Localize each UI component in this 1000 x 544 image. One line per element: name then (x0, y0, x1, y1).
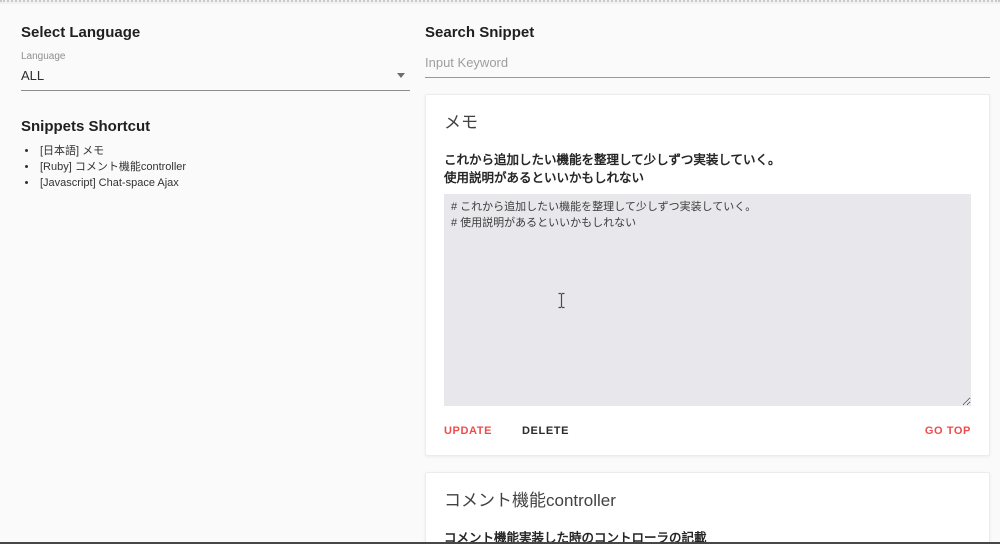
shortcut-item-memo[interactable]: [日本語] メモ (38, 143, 410, 159)
snippet-title: コメント機能controller (444, 491, 616, 510)
search-keyword-input[interactable] (425, 49, 990, 78)
shortcut-item-comment-controller[interactable]: [Ruby] コメント機能controller (38, 159, 410, 175)
snippets-shortcut-heading: Snippets Shortcut (21, 118, 151, 135)
left-panel: Select Language Language ALL Snippets Sh… (21, 24, 410, 191)
shortcut-item-chatspace-ajax[interactable]: [Javascript] Chat-space Ajax (38, 175, 410, 191)
language-select-field: Language ALL (21, 51, 410, 91)
snippet-card-comment-controller: コメント機能controller コメント機能実装した時のコントローラの記載 c… (425, 472, 990, 544)
window-top-edge (0, 0, 1000, 4)
snippet-title: メモ (444, 113, 478, 132)
language-field-label: Language (21, 51, 66, 62)
select-language-heading: Select Language (21, 24, 141, 41)
snippet-code-textarea[interactable]: # これから追加したい機能を整理して少しずつ実装していく。 # 使用説明があると… (444, 194, 971, 406)
go-top-button[interactable]: GO TOP (925, 423, 971, 439)
snippet-description-line: 使用説明があるといいかもしれない (444, 171, 645, 185)
right-panel: Search Snippet メモ これから追加したい機能を整理して少しずつ実装… (425, 24, 990, 544)
delete-button[interactable]: DELETE (522, 423, 569, 439)
snippet-actions: UPDATE DELETE GO TOP (444, 423, 971, 439)
snippet-description-line: これから追加したい機能を整理して少しずつ実装していく。 (444, 153, 781, 167)
dropdown-arrow-icon (397, 73, 405, 78)
update-button[interactable]: UPDATE (444, 423, 492, 439)
language-selected-value: ALL (21, 68, 45, 83)
text-cursor-icon (558, 292, 565, 309)
snippets-shortcut-list: [日本語] メモ [Ruby] コメント機能controller [Javasc… (21, 143, 410, 191)
snippet-app-page: { "page": { "background": "#fafafa", "ac… (0, 0, 1000, 544)
search-snippet-heading: Search Snippet (425, 24, 535, 41)
language-select[interactable]: ALL (21, 63, 410, 91)
snippet-card-memo: メモ これから追加したい機能を整理して少しずつ実装していく。 使用説明があるとい… (425, 94, 990, 456)
